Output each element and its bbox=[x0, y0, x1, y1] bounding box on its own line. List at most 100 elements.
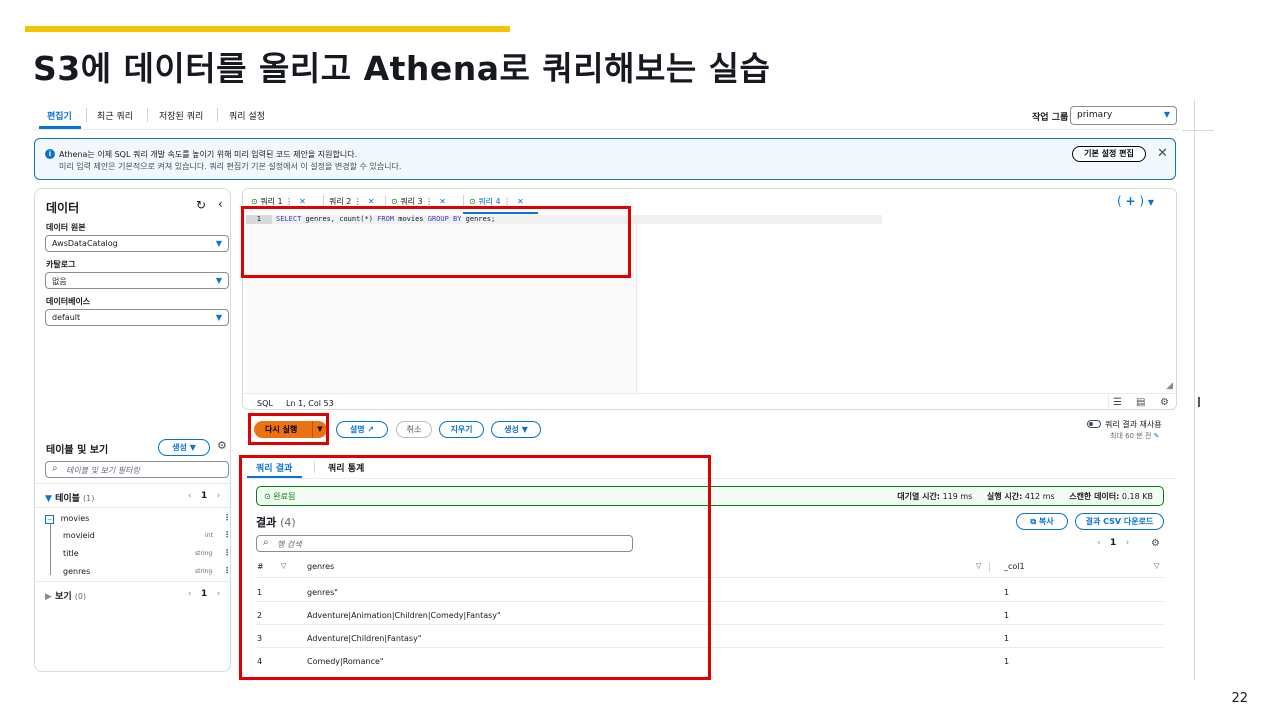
top-nav: 편집기 최근 쿼리 저장된 쿼리 쿼리 설정 작업 그룹 primary ▼ bbox=[33, 100, 1180, 130]
create-label: 생성 bbox=[504, 425, 519, 434]
resize-handle-icon[interactable]: ◢ bbox=[1166, 381, 1173, 391]
more-options-icon[interactable]: ⋮ bbox=[223, 566, 231, 575]
results-pager: ‹ 1 › bbox=[1097, 538, 1129, 548]
column-header-col1: _col1 bbox=[1004, 562, 1025, 571]
reuse-results-label: 쿼리 결과 재사용 bbox=[1105, 420, 1162, 429]
table-name: movies bbox=[60, 514, 90, 523]
create-table-button[interactable]: 생성 ▼ bbox=[158, 439, 210, 456]
info-icon: i bbox=[45, 149, 55, 159]
results-page-number: 1 bbox=[1110, 538, 1117, 548]
settings-icon[interactable]: ⚙ bbox=[1160, 397, 1169, 408]
data-source-select[interactable]: AwsDataCatalog ▼ bbox=[45, 235, 229, 252]
query-tab-label: 쿼리 4 bbox=[478, 197, 501, 206]
close-icon[interactable]: ✕ bbox=[1157, 146, 1168, 161]
workgroup-label: 작업 그룹 bbox=[1032, 113, 1069, 123]
gear-icon[interactable]: ⚙ bbox=[217, 439, 227, 452]
edit-icon[interactable]: ✎ bbox=[1154, 432, 1160, 440]
clear-button[interactable]: 지우기 bbox=[439, 421, 484, 438]
chevron-right-icon[interactable]: › bbox=[1126, 538, 1130, 548]
reuse-results-sub: 최대 60 분 전 ✎ bbox=[1110, 431, 1159, 441]
more-options-icon[interactable]: ⋮ bbox=[223, 548, 231, 557]
sort-icon[interactable]: ▽ bbox=[976, 562, 981, 570]
table-filter-input[interactable]: ⌕ 테이블 및 보기 필터링 bbox=[45, 461, 229, 478]
keyboard-shortcuts-icon[interactable]: ▤ bbox=[1136, 397, 1145, 408]
collapse-icon[interactable]: ‹ bbox=[218, 197, 223, 211]
table-movies[interactable]: − movies bbox=[45, 514, 90, 524]
tab-saved-queries[interactable]: 저장된 쿼리 bbox=[159, 109, 203, 122]
refresh-icon[interactable]: ↻ bbox=[196, 198, 206, 212]
table-cell: 1 bbox=[1004, 588, 1010, 597]
close-tab-icon[interactable]: ✕ bbox=[299, 197, 306, 206]
divider bbox=[35, 483, 230, 484]
column-item: genres bbox=[63, 567, 90, 576]
query-tab-label: 쿼리 1 bbox=[260, 197, 283, 206]
notice-line-1: Athena는 이제 SQL 쿼리 개발 속도를 높이기 위해 미리 입력된 코… bbox=[59, 150, 358, 159]
create-label: 생성 bbox=[172, 443, 187, 452]
column-type: string bbox=[195, 568, 213, 575]
query-tab-label: 쿼리 3 bbox=[400, 197, 423, 206]
chevron-right-icon[interactable]: › bbox=[217, 589, 221, 599]
reuse-results-toggle[interactable] bbox=[1087, 420, 1101, 428]
table-settings-icon[interactable]: ⚙ bbox=[1151, 538, 1160, 549]
more-options-icon[interactable]: ⋮ bbox=[223, 530, 231, 539]
views-label: 보기 bbox=[55, 592, 72, 602]
data-scanned-value: 0.18 KB bbox=[1121, 492, 1153, 501]
tree-guide bbox=[50, 523, 51, 575]
copy-icon: ⧉ bbox=[1030, 517, 1037, 526]
info-notice: i Athena는 이제 SQL 쿼리 개발 속도를 높이기 위해 미리 입력된… bbox=[34, 138, 1176, 180]
cancel-button[interactable]: 취소 bbox=[396, 421, 432, 438]
column-item: movieid bbox=[63, 531, 95, 540]
column-name: genres bbox=[63, 567, 91, 576]
sort-icon[interactable]: ▽ bbox=[1154, 562, 1159, 570]
caret-down-icon: ▼ bbox=[215, 276, 222, 285]
close-tab-icon[interactable]: ✕ bbox=[517, 197, 524, 206]
edit-preferences-button[interactable]: 기본 설정 편집 bbox=[1072, 146, 1146, 162]
run-time-value: 412 ms bbox=[1024, 492, 1055, 501]
column-name: title bbox=[63, 549, 79, 558]
database-label: 데이터베이스 bbox=[46, 297, 91, 306]
chevron-left-icon[interactable]: ‹ bbox=[188, 589, 192, 599]
views-pager: ‹ 1 › bbox=[188, 589, 220, 599]
right-rule bbox=[1182, 130, 1214, 131]
download-csv-button[interactable]: 결과 CSV 다운로드 bbox=[1075, 513, 1164, 530]
divider bbox=[35, 581, 230, 582]
caret-down-icon: ▼ bbox=[215, 239, 222, 248]
workgroup-value: primary bbox=[1077, 110, 1113, 120]
workgroup-select[interactable]: primary ▼ bbox=[1070, 106, 1177, 125]
tab-editor[interactable]: 편집기 bbox=[47, 109, 72, 122]
table-cell: 1 bbox=[1004, 611, 1010, 620]
catalog-value: 없음 bbox=[52, 277, 67, 286]
tables-toggle[interactable]: ▼ 테이블 (1) bbox=[45, 491, 94, 504]
notice-line-2: 미리 입력 제안은 기본적으로 켜져 있습니다. 쿼리 편집기 기본 설정에서 … bbox=[59, 162, 402, 171]
explain-label: 설명 bbox=[349, 425, 365, 434]
explain-button[interactable]: 설명 ↗ bbox=[336, 421, 388, 438]
database-select[interactable]: default ▼ bbox=[45, 309, 229, 326]
database-value: default bbox=[52, 313, 81, 322]
run-time-label: 실행 시간: bbox=[986, 492, 1023, 501]
catalog-select[interactable]: 없음 ▼ bbox=[45, 272, 229, 289]
query-stats: 대기열 시간: 119 ms 실행 시간: 412 ms 스캔한 데이터: 0.… bbox=[885, 491, 1153, 502]
create-button[interactable]: 생성 ▼ bbox=[491, 421, 541, 438]
highlight-run-box bbox=[248, 413, 329, 445]
add-query-button[interactable]: ( + ) ▼ bbox=[1117, 194, 1154, 208]
tab-recent-queries[interactable]: 최근 쿼리 bbox=[97, 109, 133, 122]
close-tab-icon[interactable]: ✕ bbox=[439, 197, 446, 206]
table-cell: 1 bbox=[1004, 634, 1010, 643]
close-tab-icon[interactable]: ✕ bbox=[368, 197, 375, 206]
caret-down-icon: ▼ bbox=[215, 313, 222, 322]
more-options-icon[interactable]: ⋮ bbox=[223, 513, 231, 522]
chevron-left-icon[interactable]: ‹ bbox=[188, 491, 192, 501]
copy-button[interactable]: ⧉ 복사 bbox=[1016, 513, 1068, 530]
caret-right-icon: ▶ bbox=[45, 592, 52, 602]
copy-label: 복사 bbox=[1038, 517, 1054, 526]
query-tab-label: 쿼리 2 bbox=[329, 197, 352, 206]
highlight-results-box bbox=[239, 455, 711, 680]
divider bbox=[35, 507, 230, 508]
title-accent-bar bbox=[25, 26, 510, 32]
table-cell: 1 bbox=[1004, 657, 1010, 666]
format-query-icon[interactable]: ☰ bbox=[1113, 397, 1122, 408]
tab-query-settings[interactable]: 쿼리 설정 bbox=[229, 109, 265, 122]
chevron-left-icon[interactable]: ‹ bbox=[1097, 538, 1101, 548]
views-toggle[interactable]: ▶ 보기 (0) bbox=[45, 589, 86, 602]
chevron-right-icon[interactable]: › bbox=[217, 491, 221, 501]
